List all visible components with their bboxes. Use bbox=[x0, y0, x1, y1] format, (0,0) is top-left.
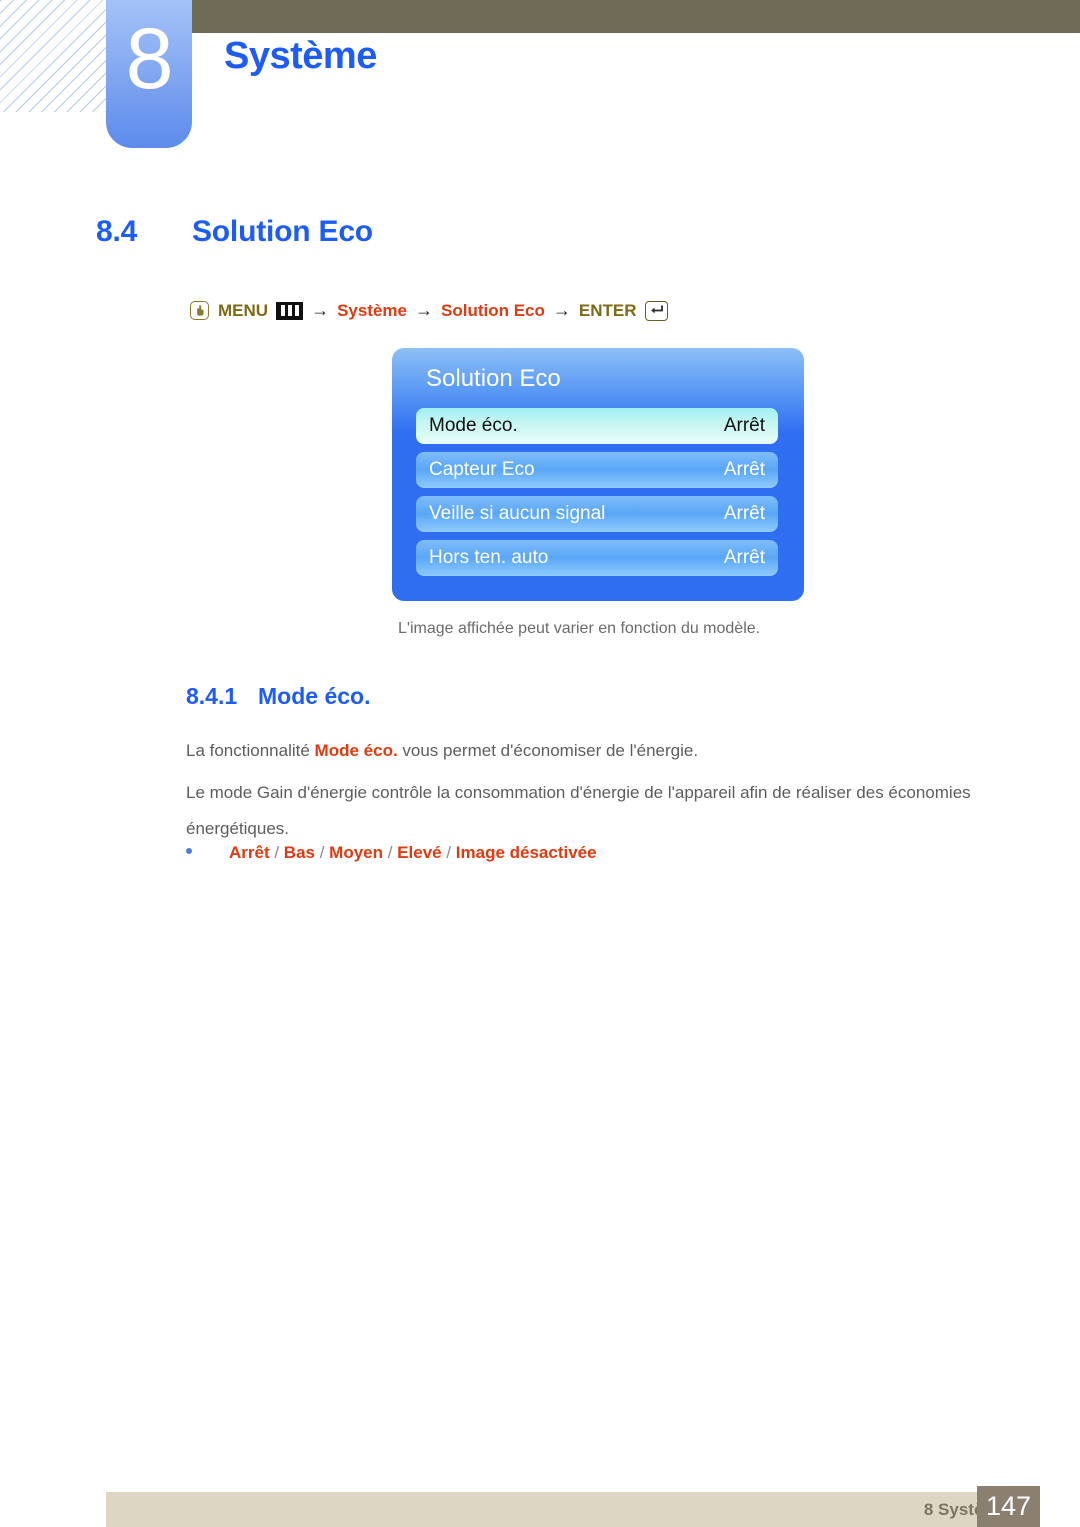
option-value: Moyen bbox=[329, 843, 383, 862]
osd-row-value: Arrêt bbox=[723, 415, 765, 436]
subsection-title: Mode éco. bbox=[258, 683, 371, 709]
osd-row-label: Veille si aucun signal bbox=[429, 503, 606, 524]
paragraph-1-emphasis: Mode éco. bbox=[314, 741, 398, 760]
menu-path-step-2: Solution Eco bbox=[441, 300, 545, 320]
osd-row-label: Hors ten. auto bbox=[429, 547, 549, 568]
options-bullet-item: Arrêt / Bas / Moyen / Elevé / Image désa… bbox=[186, 843, 1012, 863]
osd-title: Solution Eco bbox=[426, 365, 561, 392]
option-separator: / bbox=[314, 843, 330, 862]
menu-path-breadcrumb: MENU → Système → Solution Eco → ENTER bbox=[190, 300, 668, 321]
footer-page-number: 147 bbox=[977, 1486, 1040, 1527]
subsection-heading: 8.4.1 Mode éco. bbox=[186, 683, 370, 710]
osd-row-hors-ten-auto[interactable]: Hors ten. auto Arrêt bbox=[416, 540, 778, 576]
option-value: Elevé bbox=[397, 843, 442, 862]
section-title: Solution Eco bbox=[192, 215, 373, 248]
path-arrow-3: → bbox=[552, 300, 571, 320]
menu-label: MENU bbox=[218, 300, 269, 320]
osd-row-value: Arrêt bbox=[723, 503, 765, 524]
osd-row-veille-si-aucun-signal[interactable]: Veille si aucun signal Arrêt bbox=[416, 496, 778, 532]
paragraph-1-lead: La fonctionnalité bbox=[186, 741, 315, 760]
subsection-number: 8.4.1 bbox=[186, 683, 238, 709]
paragraph-1-tail: vous permet d'économiser de l'énergie. bbox=[397, 741, 699, 760]
decorative-hatch-pattern bbox=[0, 0, 106, 112]
osd-row-value: Arrêt bbox=[723, 547, 765, 568]
header-bar bbox=[106, 0, 1080, 33]
bullet-dot-icon bbox=[186, 848, 192, 854]
option-separator: / bbox=[441, 843, 456, 862]
osd-row-list: Mode éco. Arrêt Capteur Eco Arrêt Veille… bbox=[416, 408, 778, 584]
option-separator: / bbox=[383, 843, 398, 862]
path-arrow-2: → bbox=[415, 300, 433, 320]
chapter-title: Système bbox=[224, 35, 377, 77]
osd-row-capteur-eco[interactable]: Capteur Eco Arrêt bbox=[416, 452, 778, 488]
paragraph-2: Le mode Gain d'énergie contrôle la conso… bbox=[186, 783, 971, 838]
menu-bars-icon bbox=[276, 301, 304, 320]
option-value: Arrêt bbox=[229, 843, 270, 862]
enter-label: ENTER bbox=[578, 300, 637, 320]
chapter-badge: 8 bbox=[106, 0, 192, 148]
osd-row-label: Capteur Eco bbox=[429, 459, 535, 480]
section-heading: 8.4 Solution Eco bbox=[96, 215, 373, 249]
enter-return-icon bbox=[644, 300, 668, 321]
chapter-number: 8 bbox=[125, 11, 174, 107]
hand-press-icon bbox=[190, 301, 209, 320]
section-number: 8.4 bbox=[96, 215, 138, 248]
paragraph-1: La fonctionnalité Mode éco. vous permet … bbox=[186, 733, 1012, 769]
menu-path-step-1: Système bbox=[337, 300, 407, 320]
osd-menu-panel: Solution Eco Mode éco. Arrêt Capteur Eco… bbox=[392, 348, 804, 601]
osd-row-label: Mode éco. bbox=[429, 415, 518, 436]
options-list: Arrêt / Bas / Moyen / Elevé / Image désa… bbox=[229, 843, 597, 863]
osd-caption: L'image affichée peut varier en fonction… bbox=[398, 620, 761, 637]
option-separator: / bbox=[269, 843, 284, 862]
option-value: Bas bbox=[283, 843, 315, 862]
option-value: Image désactivée bbox=[455, 843, 597, 862]
osd-row-value: Arrêt bbox=[723, 459, 765, 480]
path-arrow-1: → bbox=[311, 300, 330, 320]
footer-bar bbox=[106, 1492, 1040, 1527]
osd-row-mode-eco[interactable]: Mode éco. Arrêt bbox=[416, 408, 778, 444]
